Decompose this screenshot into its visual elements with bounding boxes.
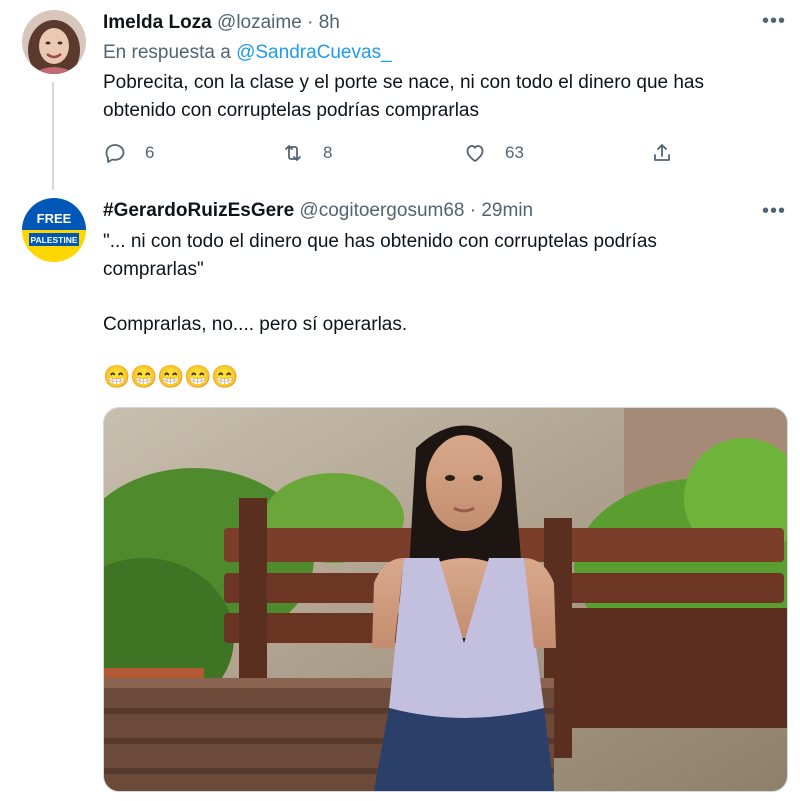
tweet-text: "... ni con todo el dinero que has obten… bbox=[103, 228, 783, 284]
tweet-text-line: comprarlas" bbox=[103, 259, 204, 280]
tweet-text-line: Pobrecita, con la clase y el porte se na… bbox=[103, 72, 704, 93]
timestamp[interactable]: 29min bbox=[481, 200, 533, 221]
retweet-button[interactable]: 8 bbox=[281, 141, 332, 165]
reply-context: En respuesta a @SandraCuevas_ bbox=[103, 42, 392, 64]
grinning-emoji: 😁 bbox=[103, 364, 131, 389]
tweet-text: Pobrecita, con la clase y el porte se na… bbox=[103, 69, 783, 125]
grinning-emoji: 😁 bbox=[211, 364, 239, 389]
reply-button[interactable]: 6 bbox=[103, 141, 154, 165]
tweet-text-line: "... ni con todo el dinero que has obten… bbox=[103, 231, 657, 252]
separator-dot: · bbox=[307, 12, 314, 33]
author-name[interactable]: #GerardoRuizEsGere bbox=[103, 200, 294, 221]
avatar-gerardo[interactable]: FREE PALESTINE bbox=[22, 198, 86, 262]
tweet-header: Imelda Loza @lozaime · 8h bbox=[103, 12, 340, 34]
grinning-emoji: 😁 bbox=[157, 364, 185, 389]
tweet-text-second: Comprarlas, no.... pero sí operarlas. bbox=[103, 314, 408, 335]
avatar-text-bottom: PALESTINE bbox=[30, 235, 77, 245]
tweet-imelda[interactable]: Imelda Loza @lozaime · 8h ••• En respues… bbox=[0, 0, 800, 190]
grinning-emoji: 😁 bbox=[130, 364, 158, 389]
separator-dot: · bbox=[469, 200, 477, 221]
thread-line bbox=[52, 82, 54, 190]
share-button[interactable] bbox=[650, 141, 674, 165]
share-icon bbox=[654, 144, 670, 161]
like-icon bbox=[466, 145, 484, 162]
tweet-text-line: obtenido con corruptelas podrías comprar… bbox=[103, 100, 479, 121]
reply-icon bbox=[105, 144, 125, 163]
reply-count: 6 bbox=[145, 143, 155, 162]
retweet-icon bbox=[285, 145, 301, 161]
avatar-imelda[interactable] bbox=[22, 10, 86, 74]
like-button[interactable]: 63 bbox=[463, 141, 524, 165]
avatar-text-top: FREE bbox=[37, 211, 72, 226]
more-icon[interactable]: ••• bbox=[762, 10, 786, 33]
reply-prefix: En respuesta a bbox=[103, 42, 231, 63]
author-handle[interactable]: @lozaime bbox=[217, 12, 302, 33]
reply-handle-link[interactable]: @SandraCuevas_ bbox=[236, 42, 392, 63]
tweet-header: #GerardoRuizEsGere @cogitoergosum68 · 29… bbox=[103, 200, 533, 222]
author-name[interactable]: Imelda Loza bbox=[103, 12, 212, 33]
emoji-row: 😁 😁 😁 😁 😁 bbox=[103, 364, 263, 392]
retweet-count: 8 bbox=[323, 143, 333, 162]
tweet-photo[interactable] bbox=[103, 407, 788, 792]
tweet-actions: 6 8 63 bbox=[103, 141, 783, 169]
like-count: 63 bbox=[505, 143, 524, 162]
more-icon[interactable]: ••• bbox=[762, 200, 786, 223]
author-handle[interactable]: @cogitoergosum68 bbox=[299, 200, 464, 221]
timestamp[interactable]: 8h bbox=[319, 12, 340, 33]
grinning-emoji: 😁 bbox=[184, 364, 212, 389]
